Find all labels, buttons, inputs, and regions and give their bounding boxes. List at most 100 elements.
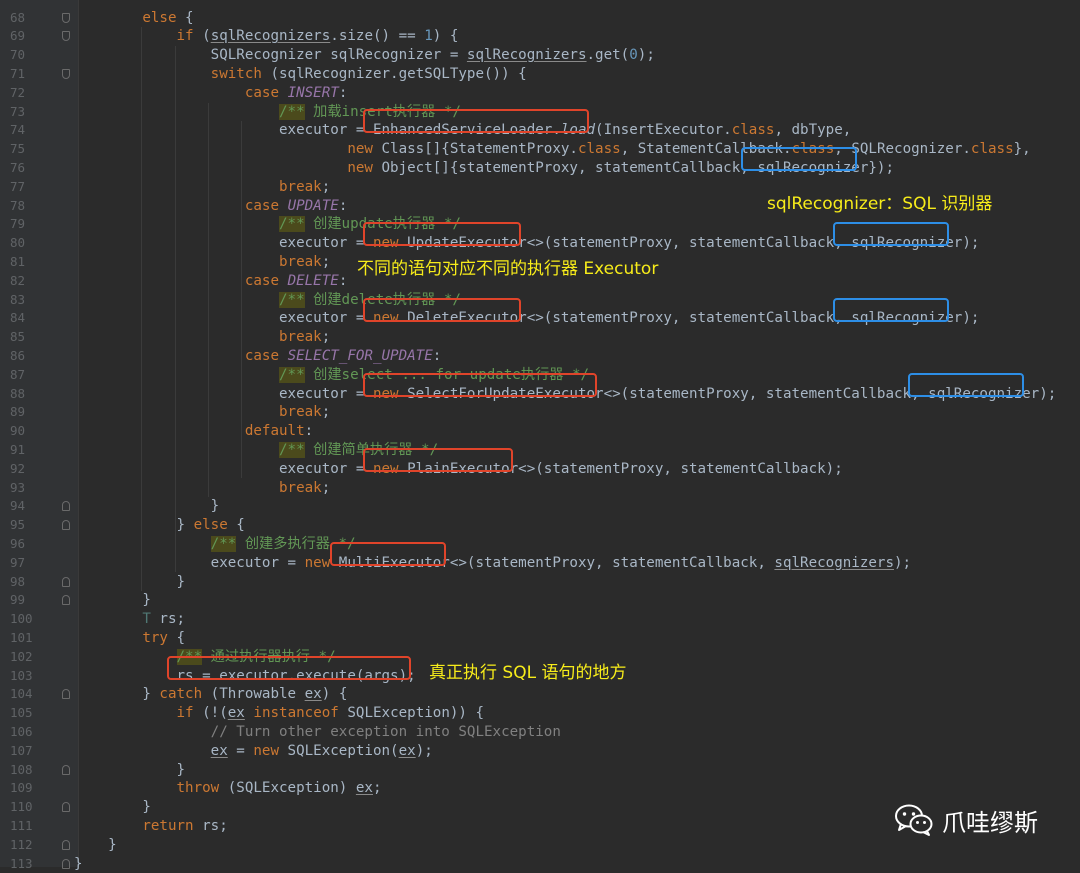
fold-marker-icon[interactable] [62,69,70,79]
line-number: 89 [0,403,50,422]
line-number: 85 [0,328,50,347]
code-line[interactable]: if (!(ex instanceof SQLException)) { [74,704,484,723]
code-line[interactable]: return rs; [74,817,228,836]
fold-marker-icon[interactable] [62,689,70,699]
code-line[interactable]: switch (sqlRecognizer.getSQLType()) { [74,65,527,84]
line-number: 109 [0,779,50,798]
line-number: 84 [0,309,50,328]
line-number: 102 [0,648,50,667]
fold-marker-icon[interactable] [62,765,70,775]
code-line[interactable]: if (sqlRecognizers.size() == 1) { [74,27,458,46]
highlight-box-red [330,542,446,566]
code-line[interactable]: break; [74,328,330,347]
code-line[interactable]: case INSERT: [74,84,347,103]
highlight-box-red [363,448,513,472]
line-number: 97 [0,554,50,573]
line-number: 92 [0,460,50,479]
fold-marker-icon[interactable] [62,31,70,41]
line-number: 76 [0,159,50,178]
code-line[interactable]: } [74,836,117,855]
code-line[interactable]: } [74,855,83,873]
line-number: 74 [0,121,50,140]
line-number: 111 [0,817,50,836]
line-number: 112 [0,836,50,855]
line-number-gutter: 6869707172737475767778798081828384858687… [0,0,79,867]
code-line[interactable]: } catch (Throwable ex) { [74,685,347,704]
code-line[interactable]: break; [74,479,330,498]
code-line[interactable]: break; [74,253,330,272]
line-number: 71 [0,65,50,84]
fold-marker-icon[interactable] [62,859,70,869]
watermark-text: 爪哇缪斯 [942,803,1038,838]
line-number: 110 [0,798,50,817]
fold-marker-icon[interactable] [62,577,70,587]
code-line[interactable]: case SELECT_FOR_UPDATE: [74,347,441,366]
line-number: 96 [0,535,50,554]
code-line[interactable]: try { [74,629,185,648]
line-number: 77 [0,178,50,197]
code-line[interactable]: } [74,761,185,780]
line-number: 100 [0,610,50,629]
line-number: 81 [0,253,50,272]
line-number: 93 [0,479,50,498]
line-number: 108 [0,761,50,780]
code-line[interactable]: throw (SQLException) ex; [74,779,382,798]
line-number: 78 [0,197,50,216]
line-number: 90 [0,422,50,441]
code-line[interactable]: /** 创建多执行器 */ [74,535,356,554]
code-line[interactable]: new Class[]{StatementProxy.class, Statem… [74,140,1031,159]
code-line[interactable]: ex = new SQLException(ex); [74,742,433,761]
fold-marker-icon[interactable] [62,595,70,605]
line-number: 68 [0,9,50,28]
annotation-executor-note: 不同的语句对应不同的执行器 Executor [357,254,658,279]
annotation-execute-note: 真正执行 SQL 语句的地方 [429,658,626,683]
line-number: 101 [0,629,50,648]
code-line[interactable]: } [74,591,151,610]
line-number: 98 [0,573,50,592]
code-line[interactable]: else { [74,9,194,28]
code-line[interactable]: SQLRecognizer sqlRecognizer = sqlRecogni… [74,46,655,65]
highlight-box-red [363,222,521,246]
code-line[interactable]: } [74,573,185,592]
code-line[interactable]: // Turn other exception into SQLExceptio… [74,723,561,742]
line-number: 99 [0,591,50,610]
line-number: 103 [0,667,50,686]
code-line[interactable]: } [74,497,219,516]
line-number: 105 [0,704,50,723]
code-line[interactable]: case DELETE: [74,272,347,291]
code-line[interactable]: } else { [74,516,245,535]
code-line[interactable]: } [74,798,151,817]
highlight-box-blue [833,222,949,246]
highlight-box-blue [833,298,949,322]
line-number: 75 [0,140,50,159]
line-number: 83 [0,291,50,310]
code-line[interactable]: default: [74,422,313,441]
line-number: 88 [0,385,50,404]
fold-marker-icon[interactable] [62,840,70,850]
code-line[interactable]: executor = new MultiExecutor<>(statement… [74,554,911,573]
fold-marker-icon[interactable] [62,13,70,23]
line-number: 80 [0,234,50,253]
line-number: 104 [0,685,50,704]
fold-marker-icon[interactable] [62,802,70,812]
highlight-box-red [167,656,411,680]
watermark: 爪哇缪斯 [894,802,1038,838]
fold-marker-icon[interactable] [62,501,70,511]
highlight-box-blue [908,373,1024,397]
code-line[interactable]: T rs; [74,610,185,629]
line-number: 113 [0,855,50,873]
line-number: 79 [0,215,50,234]
line-number: 70 [0,46,50,65]
code-line[interactable]: break; [74,403,330,422]
line-number: 107 [0,742,50,761]
code-line[interactable]: break; [74,178,330,197]
annotation-sql-recognizer: sqlRecognizer：SQL 识别器 [767,189,992,214]
code-line[interactable]: case UPDATE: [74,197,347,216]
highlight-box-blue [741,147,857,171]
line-number: 94 [0,497,50,516]
fold-marker-icon[interactable] [62,520,70,530]
code-editor[interactable]: 6869707172737475767778798081828384858687… [0,0,1080,867]
line-number: 82 [0,272,50,291]
line-number: 72 [0,84,50,103]
line-number: 73 [0,103,50,122]
